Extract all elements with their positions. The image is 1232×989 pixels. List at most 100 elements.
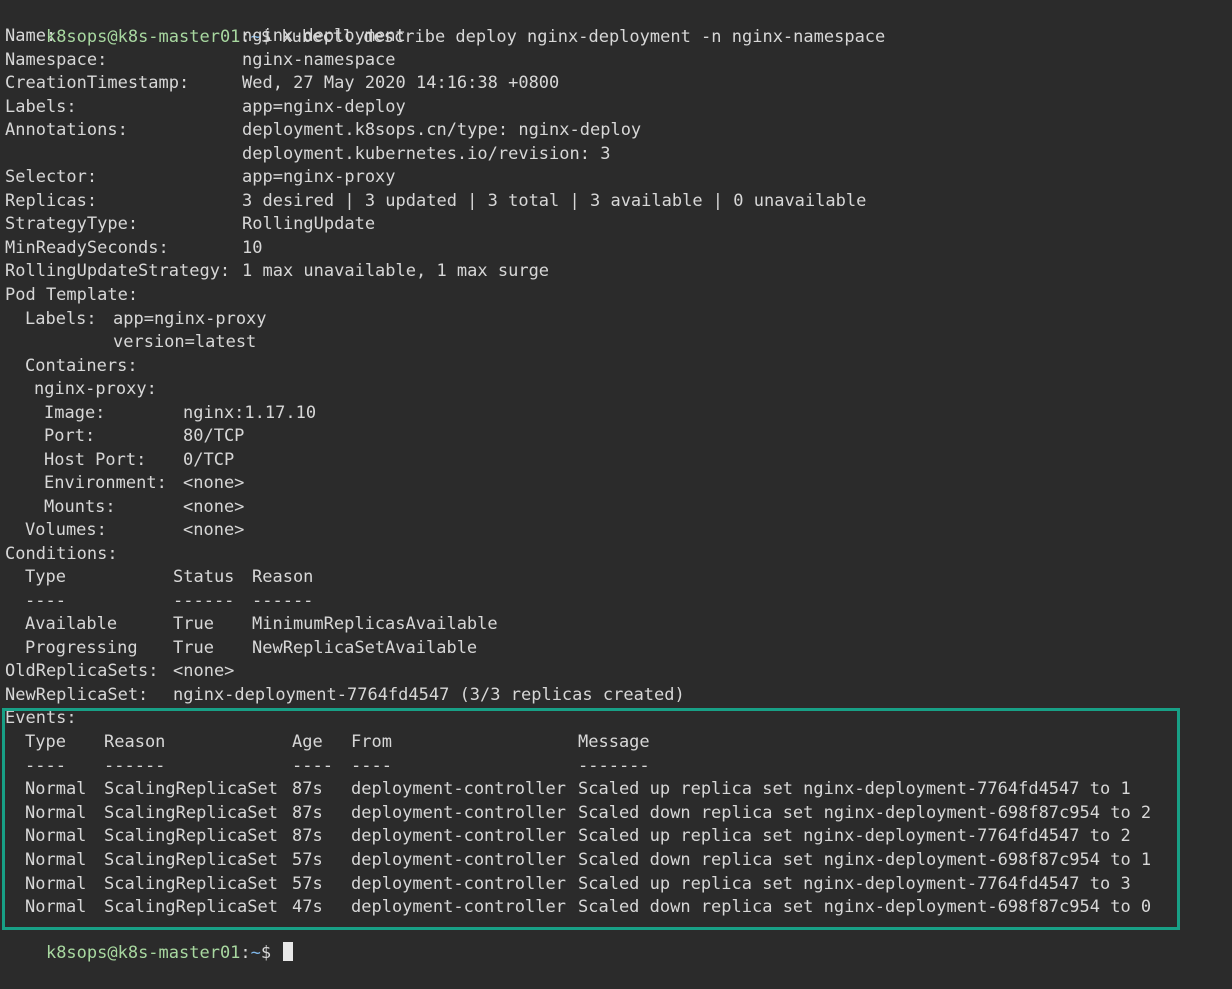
field-value: app=nginx-proxy — [242, 167, 396, 187]
events-header-cell: Message — [578, 732, 650, 752]
prompt-symbol: $ — [260, 942, 272, 963]
events-cell: deployment-controller — [351, 873, 566, 894]
pod-template-heading: Pod Template: — [5, 285, 139, 305]
events-cell: deployment-controller — [351, 897, 566, 918]
events-cell: Normal — [25, 850, 87, 870]
container-field-value: 0/TCP — [183, 450, 235, 470]
events-cell: Normal — [25, 897, 87, 918]
events-cell: ScalingReplicaSet — [104, 826, 278, 847]
events-header-cell: From — [351, 732, 392, 752]
command-line: k8sops@k8s-master01:~$ kubectl describe … — [5, 2, 885, 47]
events-cell: Scaled up replica set nginx-deployment-7… — [578, 779, 1131, 800]
events-cell: 57s — [292, 873, 323, 894]
events-cell: 47s — [292, 897, 323, 918]
events-cell: 87s — [292, 779, 323, 800]
prompt-user-host: k8sops@k8s-master01 — [45, 26, 241, 47]
events-cell: ScalingReplicaSet — [104, 897, 278, 918]
events-cell: Scaled down replica set nginx-deployment… — [578, 802, 1152, 823]
events-cell: 87s — [292, 802, 323, 823]
events-cell: Scaled down replica set nginx-deployment… — [578, 850, 1152, 870]
conditions-header-cell: Type — [25, 567, 66, 587]
field-key: MinReadySeconds: — [5, 238, 169, 258]
container-name: nginx-proxy: — [34, 379, 157, 399]
field-key: Name: — [5, 26, 57, 46]
conditions-cell: True — [173, 614, 214, 634]
container-field-key: Image: — [44, 403, 106, 423]
events-cell: Normal — [25, 802, 87, 823]
events-cell: ScalingReplicaSet — [104, 850, 278, 870]
old-replica-sets-value: <none> — [173, 661, 235, 681]
conditions-divider-cell: ------ — [252, 591, 314, 611]
field-key: Namespace: — [5, 50, 108, 70]
volumes-value: <none> — [183, 520, 245, 540]
pod-label-value: app=nginx-proxy — [113, 309, 267, 329]
events-cell: deployment-controller — [351, 802, 566, 823]
conditions-cell: Progressing — [25, 638, 138, 658]
events-cell: deployment-controller — [351, 779, 566, 800]
field-value: 3 desired | 3 updated | 3 total | 3 avai… — [242, 191, 867, 211]
events-cell: Normal — [25, 826, 87, 847]
events-cell: ScalingReplicaSet — [104, 873, 278, 894]
events-header-cell: Age — [292, 732, 323, 752]
field-value: deployment.kubernetes.io/revision: 3 — [242, 144, 611, 164]
new-replica-set-value: nginx-deployment-7764fd4547 (3/3 replica… — [173, 685, 685, 705]
conditions-cell: Available — [25, 614, 118, 634]
field-value: RollingUpdate — [242, 214, 376, 234]
events-cell: Scaled down replica set nginx-deployment… — [578, 897, 1152, 918]
field-value: nginx-namespace — [242, 50, 396, 70]
field-value: deployment.k8sops.cn/type: nginx-deploy — [242, 120, 642, 140]
events-cell: ScalingReplicaSet — [104, 802, 278, 823]
events-cell: Scaled up replica set nginx-deployment-7… — [578, 873, 1131, 894]
events-divider-cell: ------- — [578, 755, 650, 776]
field-key: Labels: — [5, 97, 77, 117]
events-heading: Events: — [5, 708, 77, 728]
prompt-user-host: k8sops@k8s-master01 — [45, 942, 241, 963]
conditions-cell: True — [173, 638, 214, 658]
field-value: Wed, 27 May 2020 14:16:38 +0800 — [242, 73, 560, 93]
container-field-value: nginx:1.17.10 — [183, 403, 317, 423]
events-cell: ScalingReplicaSet — [104, 779, 278, 800]
events-cell: 57s — [292, 850, 323, 870]
pod-labels-key: Labels: — [25, 309, 97, 329]
prompt-path: ~ — [250, 942, 261, 963]
prompt-separator: : — [240, 942, 251, 963]
conditions-divider-cell: ---- — [25, 591, 66, 611]
container-field-key: Port: — [44, 426, 96, 446]
events-cell: deployment-controller — [351, 850, 566, 870]
cursor-icon — [283, 941, 294, 961]
events-header-cell: Type — [25, 732, 66, 752]
events-cell: Scaled up replica set nginx-deployment-7… — [578, 826, 1131, 847]
volumes-key: Volumes: — [25, 520, 107, 540]
conditions-divider-cell: ------ — [173, 591, 235, 611]
events-divider-cell: ------ — [104, 755, 166, 776]
conditions-heading: Conditions: — [5, 544, 118, 564]
field-key: Replicas: — [5, 191, 98, 211]
containers-heading: Containers: — [25, 356, 138, 376]
field-value: app=nginx-deploy — [242, 97, 406, 117]
conditions-cell: NewReplicaSetAvailable — [252, 638, 478, 658]
events-cell: 87s — [292, 826, 323, 847]
events-cell: deployment-controller — [351, 826, 566, 847]
field-value: 1 max unavailable, 1 max surge — [242, 261, 550, 281]
terminal-window[interactable]: k8sops@k8s-master01:~$ kubectl describe … — [0, 0, 1232, 963]
events-header-cell: Reason — [104, 732, 166, 752]
field-value: 10 — [242, 238, 263, 258]
container-field-value: <none> — [183, 473, 245, 493]
field-value: nginx-deployment — [242, 26, 406, 46]
conditions-header-cell: Status — [173, 567, 235, 587]
conditions-cell: MinimumReplicasAvailable — [252, 614, 498, 634]
field-key: StrategyType: — [5, 214, 139, 234]
events-divider-cell: ---- — [351, 755, 392, 776]
events-cell: Normal — [25, 779, 87, 800]
container-field-value: <none> — [183, 497, 245, 517]
field-key: Annotations: — [5, 120, 128, 140]
pod-label-value: version=latest — [113, 332, 257, 352]
field-key: RollingUpdateStrategy: — [5, 261, 231, 281]
field-key: Selector: — [5, 167, 98, 187]
container-field-value: 80/TCP — [183, 426, 245, 446]
container-field-key: Mounts: — [44, 497, 116, 517]
field-key: CreationTimestamp: — [5, 73, 190, 93]
new-replica-set-key: NewReplicaSet: — [5, 685, 149, 705]
events-divider-cell: ---- — [25, 755, 66, 776]
final-prompt-line[interactable]: k8sops@k8s-master01:~$ — [5, 918, 294, 963]
